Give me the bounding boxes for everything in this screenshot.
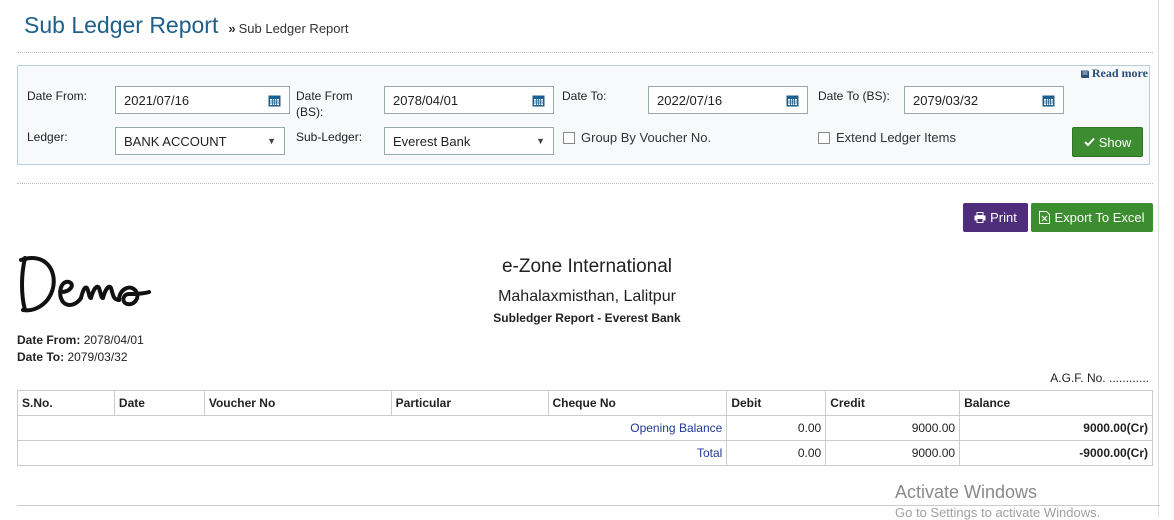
date-from-bs-input[interactable]: 2078/04/01: [384, 86, 554, 114]
debit-cell: 0.00: [726, 415, 827, 441]
date-to-value: 2022/07/16: [657, 92, 723, 108]
date-from-label: Date From:: [27, 89, 88, 103]
printer-icon: [974, 212, 986, 223]
activate-windows-hint: Go to Settings to activate Windows.: [895, 505, 1101, 520]
print-button[interactable]: Print: [963, 203, 1028, 232]
breadcrumb-item[interactable]: Sub Ledger Report: [239, 21, 349, 36]
ledger-label: Ledger:: [27, 130, 68, 144]
chevron-down-icon: ▼: [267, 136, 276, 146]
date-from-input[interactable]: 2021/07/16: [115, 86, 290, 114]
subledger-value: Everest Bank: [393, 133, 471, 149]
subledger-select[interactable]: Everest Bank ▼: [384, 127, 554, 155]
table-row: Total 0.00 9000.00 -9000.00(Cr): [16, 440, 1153, 466]
ledger-table: S.No. Date Voucher No Particular Cheque …: [16, 390, 1153, 466]
book-icon: [1080, 69, 1090, 79]
excel-file-icon: [1039, 211, 1051, 224]
ledger-select[interactable]: BANK ACCOUNT ▼: [115, 127, 285, 155]
report-date-to-label: Date To:: [17, 350, 65, 364]
company-name: e-Zone International: [501, 256, 673, 277]
table-header-row: S.No. Date Voucher No Particular Cheque …: [17, 390, 1153, 416]
column-header[interactable]: Debit: [726, 390, 827, 416]
column-header[interactable]: Particular: [390, 390, 549, 416]
report-subtitle: Subledger Report - Everest Bank: [493, 311, 681, 325]
column-header[interactable]: Balance: [959, 390, 1153, 416]
total-label: Total: [16, 440, 728, 466]
column-header[interactable]: Date: [113, 390, 205, 416]
report-date-from-value: 2078/04/01: [83, 333, 144, 347]
print-button-label: Print: [990, 210, 1017, 225]
date-to-bs-input[interactable]: 2079/03/32: [904, 86, 1064, 114]
group-by-voucher-checkbox[interactable]: Group By Voucher No.: [563, 130, 711, 145]
date-to-bs-value: 2079/03/32: [913, 92, 979, 108]
date-to-bs-label: Date To (BS):: [818, 89, 890, 103]
column-header[interactable]: Voucher No: [203, 390, 392, 416]
check-icon: [1084, 137, 1095, 147]
subledger-label: Sub-Ledger:: [296, 130, 363, 144]
balance-cell: 9000.00(Cr): [959, 415, 1153, 441]
report-date-to: Date To: 2079/03/32: [17, 350, 128, 364]
debit-cell: 0.00: [726, 440, 827, 466]
export-excel-label: Export To Excel: [1054, 210, 1145, 225]
group-by-voucher-label: Group By Voucher No.: [581, 130, 712, 145]
calendar-icon[interactable]: [786, 94, 799, 107]
credit-cell: 9000.00: [825, 415, 961, 441]
show-button-label: Show: [1098, 134, 1132, 150]
balance-cell: -9000.00(Cr): [959, 440, 1153, 466]
column-header[interactable]: Credit: [825, 390, 961, 416]
show-button[interactable]: Show: [1072, 127, 1143, 157]
date-to-input[interactable]: 2022/07/16: [648, 86, 808, 114]
breadcrumb: » Sub Ledger Report: [228, 21, 348, 36]
read-more-link[interactable]: Read more: [1080, 66, 1148, 81]
divider: [17, 183, 1153, 184]
extend-ledger-checkbox[interactable]: Extend Ledger Items: [818, 130, 956, 145]
table-row: Opening Balance 0.00 9000.00 9000.00(Cr): [16, 415, 1153, 441]
export-excel-button[interactable]: Export To Excel: [1031, 203, 1153, 232]
column-header[interactable]: S.No.: [17, 390, 115, 416]
checkbox-box[interactable]: [818, 131, 830, 144]
ledger-value: BANK ACCOUNT: [124, 133, 227, 149]
report-date-from: Date From: 2078/04/01: [17, 333, 144, 347]
breadcrumb-separator: »: [228, 21, 236, 36]
checkbox-box[interactable]: [563, 131, 575, 144]
date-from-bs-value: 2078/04/01: [393, 92, 459, 108]
divider: [17, 52, 1153, 53]
opening-balance-label[interactable]: Opening Balance: [16, 415, 728, 441]
read-more-label: Read more: [1091, 66, 1148, 80]
extend-ledger-label: Extend Ledger Items: [836, 130, 956, 145]
agf-number: A.G.F. No. ............: [1050, 371, 1149, 385]
date-from-value: 2021/07/16: [124, 92, 190, 108]
chevron-down-icon: ▼: [536, 136, 545, 146]
calendar-icon[interactable]: [532, 94, 545, 107]
calendar-icon[interactable]: [268, 94, 281, 107]
activate-windows-watermark: Activate Windows: [895, 482, 1038, 502]
report-date-from-label: Date From:: [17, 333, 81, 347]
credit-cell: 9000.00: [825, 440, 961, 466]
calendar-icon[interactable]: [1042, 94, 1055, 107]
date-to-label: Date To:: [562, 89, 607, 103]
column-header[interactable]: Cheque No: [547, 390, 728, 416]
page-header: Sub Ledger Report » Sub Ledger Report: [24, 12, 348, 39]
page-title: Sub Ledger Report: [24, 12, 219, 38]
filter-panel: Read more Date From: 2021/07/16 Date Fro…: [17, 65, 1150, 165]
report-date-to-value: 2079/03/32: [67, 350, 128, 364]
date-from-bs-label: Date From (BS):: [296, 89, 353, 119]
company-address: Mahalaxmisthan, Lalitpur: [498, 288, 676, 305]
